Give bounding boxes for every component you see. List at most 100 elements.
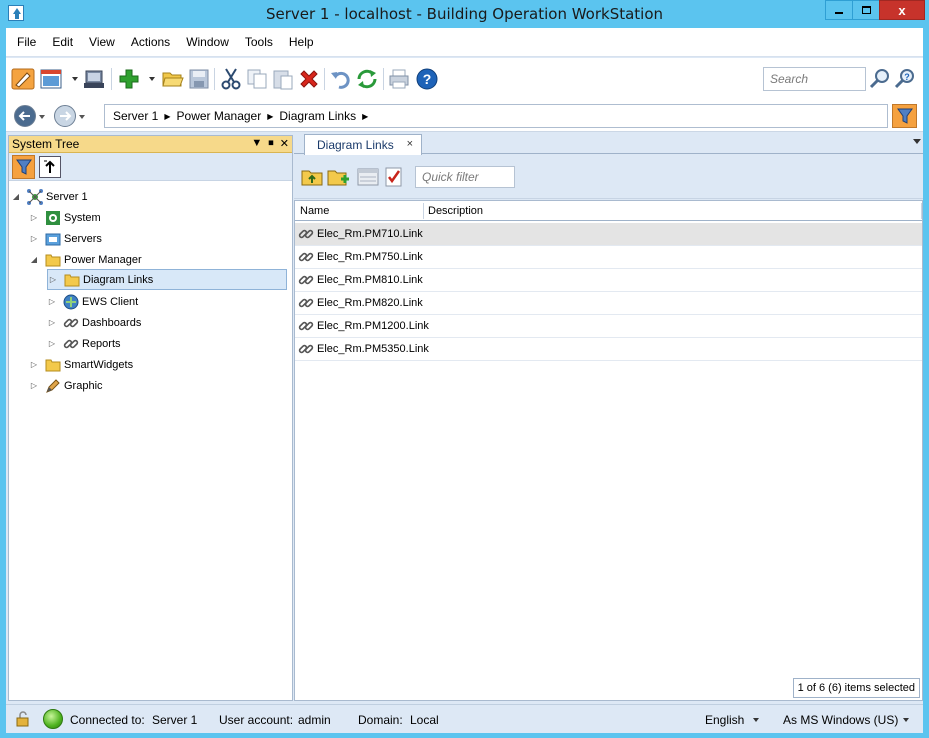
maximize-icon <box>861 6 871 14</box>
row-name: Elec_Rm.PM750.Link <box>317 251 423 263</box>
diagram-links-list: Name Description Elec_Rm.PM710.Link Elec… <box>294 200 923 701</box>
tree-node-smartwidgets[interactable]: ▷ SmartWidgets <box>29 354 133 375</box>
tree-toolbar <box>9 153 292 181</box>
collapsed-arrow-icon[interactable]: ▷ <box>29 213 39 222</box>
save-icon[interactable] <box>187 67 211 91</box>
collapsed-arrow-icon[interactable]: ▷ <box>29 360 39 369</box>
collapsed-arrow-icon[interactable]: ▷ <box>47 297 57 306</box>
list-row[interactable]: Elec_Rm.PM5350.Link <box>295 338 922 361</box>
list-row[interactable]: Elec_Rm.PM750.Link <box>295 246 922 269</box>
forward-button[interactable] <box>54 105 76 127</box>
back-history-dropdown[interactable] <box>39 115 45 119</box>
menu-edit[interactable]: Edit <box>44 35 81 49</box>
collapsed-arrow-icon[interactable]: ▷ <box>47 339 57 348</box>
tree-node-ews-client[interactable]: ▷ EWS Client <box>47 291 138 312</box>
list-row[interactable]: Elec_Rm.PM810.Link <box>295 269 922 292</box>
menu-actions[interactable]: Actions <box>123 35 178 49</box>
back-button[interactable] <box>14 105 36 127</box>
refresh-icon[interactable] <box>355 67 379 91</box>
breadcrumb-diagram-links[interactable]: Diagram Links <box>275 109 360 123</box>
tab-diagram-links[interactable]: Diagram Links × <box>304 134 422 155</box>
print-device-icon[interactable] <box>82 67 106 91</box>
tree-node-power-manager[interactable]: ◢ Power Manager <box>29 249 142 270</box>
system-tree-title: System Tree <box>12 137 80 151</box>
folder-up-icon[interactable] <box>301 166 323 188</box>
tree-node-server-1[interactable]: ◢ Server 1 <box>11 186 88 207</box>
format-dropdown-icon[interactable] <box>903 718 909 722</box>
collapsed-arrow-icon[interactable]: ▷ <box>48 275 58 284</box>
collapsed-arrow-icon[interactable]: ▷ <box>47 318 57 327</box>
folder-icon <box>45 254 61 266</box>
link-icon <box>298 344 314 354</box>
column-description-header[interactable]: Description <box>428 205 483 217</box>
quick-filter-input[interactable]: Quick filter <box>415 166 515 188</box>
tree-node-servers[interactable]: ▷ Servers <box>29 228 102 249</box>
ews-client-icon <box>63 294 79 309</box>
search-input[interactable]: Search <box>763 67 866 91</box>
paste-icon[interactable] <box>271 67 295 91</box>
link-icon <box>298 321 314 331</box>
pin-icon[interactable]: ⏹ <box>268 137 274 150</box>
address-filter-button[interactable] <box>892 104 917 128</box>
list-row[interactable]: Elec_Rm.PM820.Link <box>295 292 922 315</box>
menu-tools[interactable]: Tools <box>237 35 281 49</box>
lock-icon[interactable] <box>15 711 31 727</box>
tree-node-diagram-links[interactable]: ▷ Diagram Links <box>47 269 287 290</box>
tab-list-dropdown[interactable] <box>913 139 921 144</box>
breadcrumb-arrow-icon[interactable]: ▶ <box>360 112 370 121</box>
breadcrumb-arrow-icon[interactable]: ▶ <box>162 112 172 121</box>
checklist-icon[interactable] <box>383 166 405 188</box>
layout-dropdown-icon[interactable] <box>72 77 78 81</box>
breadcrumb-server[interactable]: Server 1 <box>109 109 162 123</box>
cut-icon[interactable] <box>219 67 243 91</box>
tree-node-label: Server 1 <box>46 190 88 203</box>
list-row[interactable]: Elec_Rm.PM710.Link <box>295 223 922 246</box>
link-icon <box>298 229 314 239</box>
collapsed-arrow-icon[interactable]: ▷ <box>29 234 39 243</box>
column-name-header[interactable]: Name <box>300 205 329 217</box>
copy-icon[interactable] <box>245 67 269 91</box>
menu-window[interactable]: Window <box>178 35 237 49</box>
language-select[interactable]: English <box>705 713 744 727</box>
tab-close-icon[interactable]: × <box>407 138 413 150</box>
column-divider[interactable] <box>921 203 922 219</box>
tree-collapse-button[interactable] <box>39 156 61 178</box>
add-dropdown-icon[interactable] <box>149 77 155 81</box>
delete-icon[interactable] <box>297 67 321 91</box>
maximize-button[interactable] <box>852 0 880 20</box>
expanded-arrow-icon[interactable]: ◢ <box>11 192 21 201</box>
list-row[interactable]: Elec_Rm.PM1200.Link <box>295 315 922 338</box>
forward-history-dropdown[interactable] <box>79 115 85 119</box>
new-folder-icon[interactable] <box>327 166 349 188</box>
close-button[interactable]: x <box>879 0 925 20</box>
properties-icon[interactable] <box>357 166 379 188</box>
print-icon[interactable] <box>387 67 411 91</box>
menu-view[interactable]: View <box>81 35 123 49</box>
connected-label: Connected to: <box>70 713 145 727</box>
menu-file[interactable]: File <box>9 35 44 49</box>
undo-icon[interactable] <box>329 67 353 91</box>
tree-node-reports[interactable]: ▷ Reports <box>47 333 121 354</box>
tree-node-dashboards[interactable]: ▷ Dashboards <box>47 312 141 333</box>
menu-help[interactable]: Help <box>281 35 322 49</box>
workspace-icon[interactable] <box>11 67 35 91</box>
search-icon[interactable] <box>868 67 892 91</box>
tree-node-graphic[interactable]: ▷ Graphic <box>29 375 103 396</box>
panel-close-icon[interactable]: ✕ <box>280 137 289 150</box>
panel-menu-icon[interactable]: ▼ <box>251 137 262 150</box>
window-layout-icon[interactable] <box>39 67 63 91</box>
collapsed-arrow-icon[interactable]: ▷ <box>29 381 39 390</box>
minimize-button[interactable] <box>825 0 853 20</box>
tree-node-system[interactable]: ▷ System <box>29 207 101 228</box>
breadcrumb-arrow-icon[interactable]: ▶ <box>265 112 275 121</box>
column-divider[interactable] <box>423 203 424 219</box>
format-select[interactable]: As MS Windows (US) <box>783 713 898 727</box>
open-folder-icon[interactable] <box>161 67 185 91</box>
tree-filter-button[interactable] <box>12 155 35 179</box>
expanded-arrow-icon[interactable]: ◢ <box>29 255 39 264</box>
language-dropdown-icon[interactable] <box>753 718 759 722</box>
breadcrumb-power-manager[interactable]: Power Manager <box>173 109 266 123</box>
help-icon[interactable]: ? <box>415 67 439 91</box>
add-icon[interactable] <box>117 67 141 91</box>
advanced-search-icon[interactable]: ? <box>893 67 917 91</box>
